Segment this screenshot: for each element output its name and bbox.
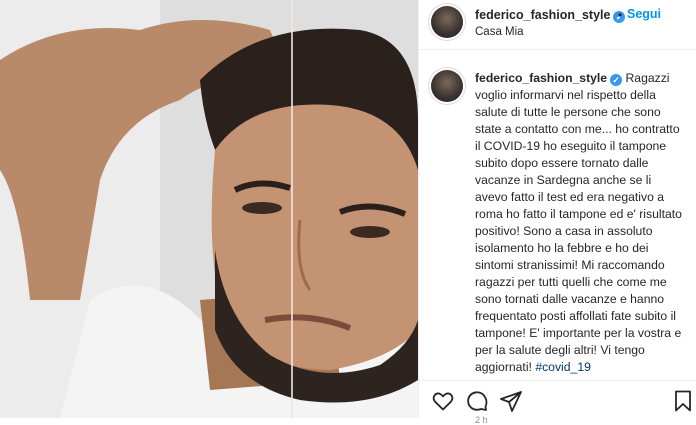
follow-button[interactable]: Segui [627,7,661,21]
separator-dot: • [618,8,623,22]
avatar[interactable] [431,6,463,38]
caption-username[interactable]: federico_fashion_style ✓ [475,71,623,86]
post-header: federico_fashion_style ✓ • Segui Casa Mia [419,0,696,50]
caption-username-text[interactable]: federico_fashion_style [475,71,607,85]
location-link[interactable]: Casa Mia [475,26,524,38]
caption: federico_fashion_style ✓ Ragazzi voglio i… [475,70,685,376]
bookmark-icon[interactable] [671,389,695,413]
comment-icon[interactable] [465,389,489,413]
instagram-post: federico_fashion_style ✓ • Segui Casa Mia… [0,0,696,425]
hashtag-link[interactable]: #covid_19 [535,360,591,374]
username-text[interactable]: federico_fashion_style [475,8,610,22]
caption-avatar[interactable] [431,70,463,102]
username-link[interactable]: federico_fashion_style ✓ [475,8,626,23]
caption-section: federico_fashion_style ✓ Ragazzi voglio i… [419,50,696,425]
caption-verified-icon: ✓ [610,74,623,86]
post-photo-illustration [0,0,418,418]
share-icon[interactable] [499,389,523,413]
heart-icon[interactable] [431,389,455,413]
caption-text: Ragazzi voglio informarvi nel rispetto d… [475,71,682,374]
post-sidebar: federico_fashion_style ✓ • Segui Casa Mia… [418,0,696,425]
post-photo[interactable] [0,0,418,418]
action-bar [419,380,696,418]
